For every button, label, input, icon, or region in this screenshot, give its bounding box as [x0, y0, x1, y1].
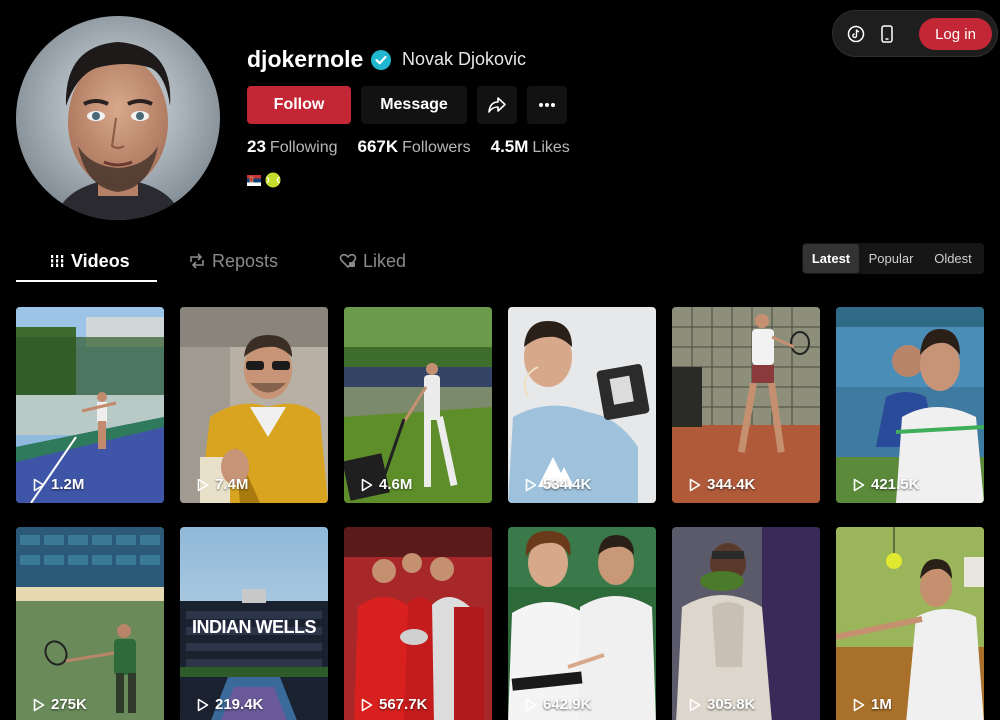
view-count-label: 7.4M — [215, 476, 249, 493]
video-card[interactable]: 344.4K — [672, 307, 820, 503]
video-card[interactable]: 7.4M — [180, 307, 328, 503]
stat-value: 23 — [247, 137, 266, 156]
stat-label: Likes — [532, 139, 570, 156]
video-card[interactable]: 275K — [16, 527, 164, 720]
stat-label: Following — [269, 139, 338, 156]
video-card[interactable]: 1.2M — [16, 307, 164, 503]
tab-label: Reposts — [212, 250, 279, 271]
tab-liked[interactable]: Liked — [339, 241, 406, 281]
play-icon — [197, 698, 209, 711]
view-count-label: 421.5K — [871, 476, 920, 493]
view-count-label: 642.9K — [543, 696, 592, 713]
play-icon — [361, 478, 373, 491]
video-card[interactable]: 642.9K — [508, 527, 656, 720]
active-tab-indicator — [16, 280, 157, 282]
tennis-ball-icon — [265, 172, 281, 188]
login-button[interactable]: Log in — [919, 18, 992, 50]
tab-label: Videos — [71, 250, 130, 271]
follow-button[interactable]: Follow — [247, 86, 351, 124]
stat-label: Followers — [402, 139, 471, 156]
sort-oldest[interactable]: Oldest — [923, 244, 983, 273]
video-card[interactable]: 4.6M — [344, 307, 492, 503]
view-count: 7.4M — [197, 476, 248, 493]
video-card[interactable]: 534.4K — [508, 307, 656, 503]
top-toolbar: Log in — [832, 10, 998, 57]
mobile-device-icon[interactable] — [876, 23, 898, 45]
tiktok-logo-icon[interactable] — [845, 23, 867, 45]
view-count: 534.4K — [525, 476, 591, 493]
video-overlay-text: INDIAN WELLS — [192, 617, 317, 637]
view-count: 219.4K — [197, 696, 263, 713]
view-count-label: 1M — [871, 696, 892, 713]
view-count-label: 4.6M — [379, 476, 413, 493]
stat-value: 667K — [357, 137, 399, 156]
play-icon — [853, 698, 865, 711]
video-card[interactable]: INDIAN WELLS 219.4K — [180, 527, 328, 720]
play-icon — [689, 698, 701, 711]
tab-videos[interactable]: Videos — [49, 241, 130, 281]
view-count-label: 344.4K — [707, 476, 756, 493]
more-dots-icon — [539, 103, 555, 107]
share-icon — [488, 97, 506, 113]
play-icon — [33, 698, 45, 711]
username: djokernole — [247, 46, 364, 72]
view-count-label: 275K — [51, 696, 87, 713]
verified-badge-icon — [371, 50, 391, 70]
stat-value: 4.5M — [490, 137, 529, 156]
heart-lock-icon — [339, 253, 357, 269]
view-count-label: 1.2M — [51, 476, 85, 493]
view-count-label: 534.4K — [543, 476, 592, 493]
sort-selector: Latest Popular Oldest — [802, 243, 984, 274]
tab-reposts[interactable]: Reposts — [188, 241, 278, 281]
avatar[interactable] — [16, 16, 220, 220]
view-count: 275K — [33, 696, 87, 713]
view-count: 1.2M — [33, 476, 84, 493]
play-icon — [689, 478, 701, 491]
play-icon — [361, 698, 373, 711]
stat-following[interactable]: 23 Following — [247, 137, 338, 157]
video-card[interactable]: 421.5K — [836, 307, 984, 503]
video-card[interactable]: 567.7K — [344, 527, 492, 720]
play-icon — [853, 478, 865, 491]
more-options-button[interactable] — [527, 86, 567, 124]
video-card[interactable]: 1M — [836, 527, 984, 720]
video-grid: 1.2M 7.4M 4.6M 534.4K 344.4K 421.5K 275K… — [16, 307, 984, 720]
bio — [247, 172, 281, 188]
view-count-label: 219.4K — [215, 696, 264, 713]
view-count: 1M — [853, 696, 892, 713]
display-name: Novak Djokovic — [402, 49, 527, 69]
view-count: 421.5K — [853, 476, 919, 493]
stat-followers[interactable]: 667K Followers — [358, 137, 471, 157]
view-count: 344.4K — [689, 476, 755, 493]
play-icon — [525, 698, 537, 711]
view-count: 305.8K — [689, 696, 755, 713]
view-count: 567.7K — [361, 696, 427, 713]
serbia-flag-icon — [247, 174, 261, 186]
view-count: 642.9K — [525, 696, 591, 713]
view-count-label: 567.7K — [379, 696, 428, 713]
play-icon — [33, 478, 45, 491]
play-icon — [197, 478, 209, 491]
view-count-label: 305.8K — [707, 696, 756, 713]
message-button[interactable]: Message — [361, 86, 467, 124]
stat-likes: 4.5M Likes — [491, 137, 570, 157]
play-icon — [525, 478, 537, 491]
video-card[interactable]: 305.8K — [672, 527, 820, 720]
tab-label: Liked — [363, 250, 407, 271]
sort-popular[interactable]: Popular — [859, 244, 923, 273]
grid-icon — [50, 255, 64, 267]
sort-latest[interactable]: Latest — [803, 244, 859, 273]
view-count: 4.6M — [361, 476, 412, 493]
repost-icon — [190, 253, 204, 269]
profile-stats: 23 Following 667K Followers 4.5M Likes — [247, 137, 570, 157]
share-button[interactable] — [477, 86, 517, 124]
